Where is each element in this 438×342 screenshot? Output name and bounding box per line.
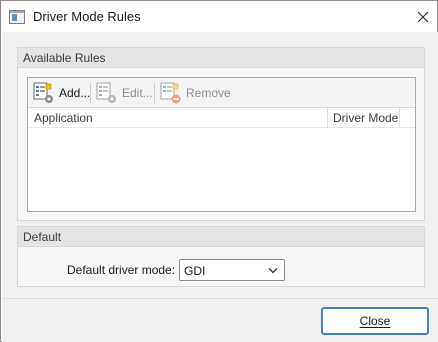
remove-rule-label: Remove <box>186 86 231 100</box>
column-divider[interactable] <box>399 108 400 128</box>
chevron-down-icon <box>268 268 278 274</box>
remove-rule-button[interactable]: Remove <box>159 81 231 105</box>
column-divider[interactable] <box>327 108 328 128</box>
toolbar-separator <box>90 83 91 103</box>
available-rules-header: Available Rules <box>18 48 424 68</box>
column-header-application[interactable]: Application <box>34 108 93 128</box>
toolbar-separator <box>154 83 155 103</box>
window-close-button[interactable] <box>411 6 435 28</box>
column-header-driver-mode[interactable]: Driver Mode <box>333 108 398 128</box>
rules-panel: Add... Edit... Remove Application Driver… <box>27 77 416 212</box>
edit-rule-button[interactable]: Edit... <box>95 81 153 105</box>
edit-rule-label: Edit... <box>122 86 153 100</box>
add-rule-icon <box>33 82 53 103</box>
default-group-header: Default <box>18 227 424 247</box>
available-rules-title: Available Rules <box>23 51 106 65</box>
window-title: Driver Mode Rules <box>33 9 141 24</box>
dialog-body: Available Rules Add... Edit... Remove Ap… <box>2 32 438 298</box>
rules-toolbar: Add... Edit... Remove <box>28 78 415 108</box>
title-bar[interactable]: Driver Mode Rules <box>1 1 437 32</box>
default-driver-mode-select[interactable]: GDI <box>179 259 285 281</box>
dialog-footer: Close <box>2 298 438 342</box>
default-group-title: Default <box>23 230 62 244</box>
driver-mode-rules-dialog: Driver Mode Rules Available Rules Add...… <box>0 0 438 342</box>
add-rule-label: Add... <box>59 86 91 100</box>
remove-rule-icon <box>160 82 181 104</box>
close-button[interactable]: Close <box>321 307 429 335</box>
default-driver-mode-label: Default driver mode: <box>67 263 176 277</box>
available-rules-group: Available Rules Add... Edit... Remove Ap… <box>17 47 425 221</box>
close-icon <box>417 11 429 23</box>
default-driver-mode-value: GDI <box>184 264 206 278</box>
add-rule-button[interactable]: Add... <box>32 81 90 105</box>
rules-list-header: Application Driver Mode <box>28 108 415 128</box>
close-button-label: Close <box>359 314 391 328</box>
default-group: Default Default driver mode: GDI <box>17 226 425 287</box>
edit-rule-icon <box>96 82 116 103</box>
window-app-icon <box>9 10 25 24</box>
